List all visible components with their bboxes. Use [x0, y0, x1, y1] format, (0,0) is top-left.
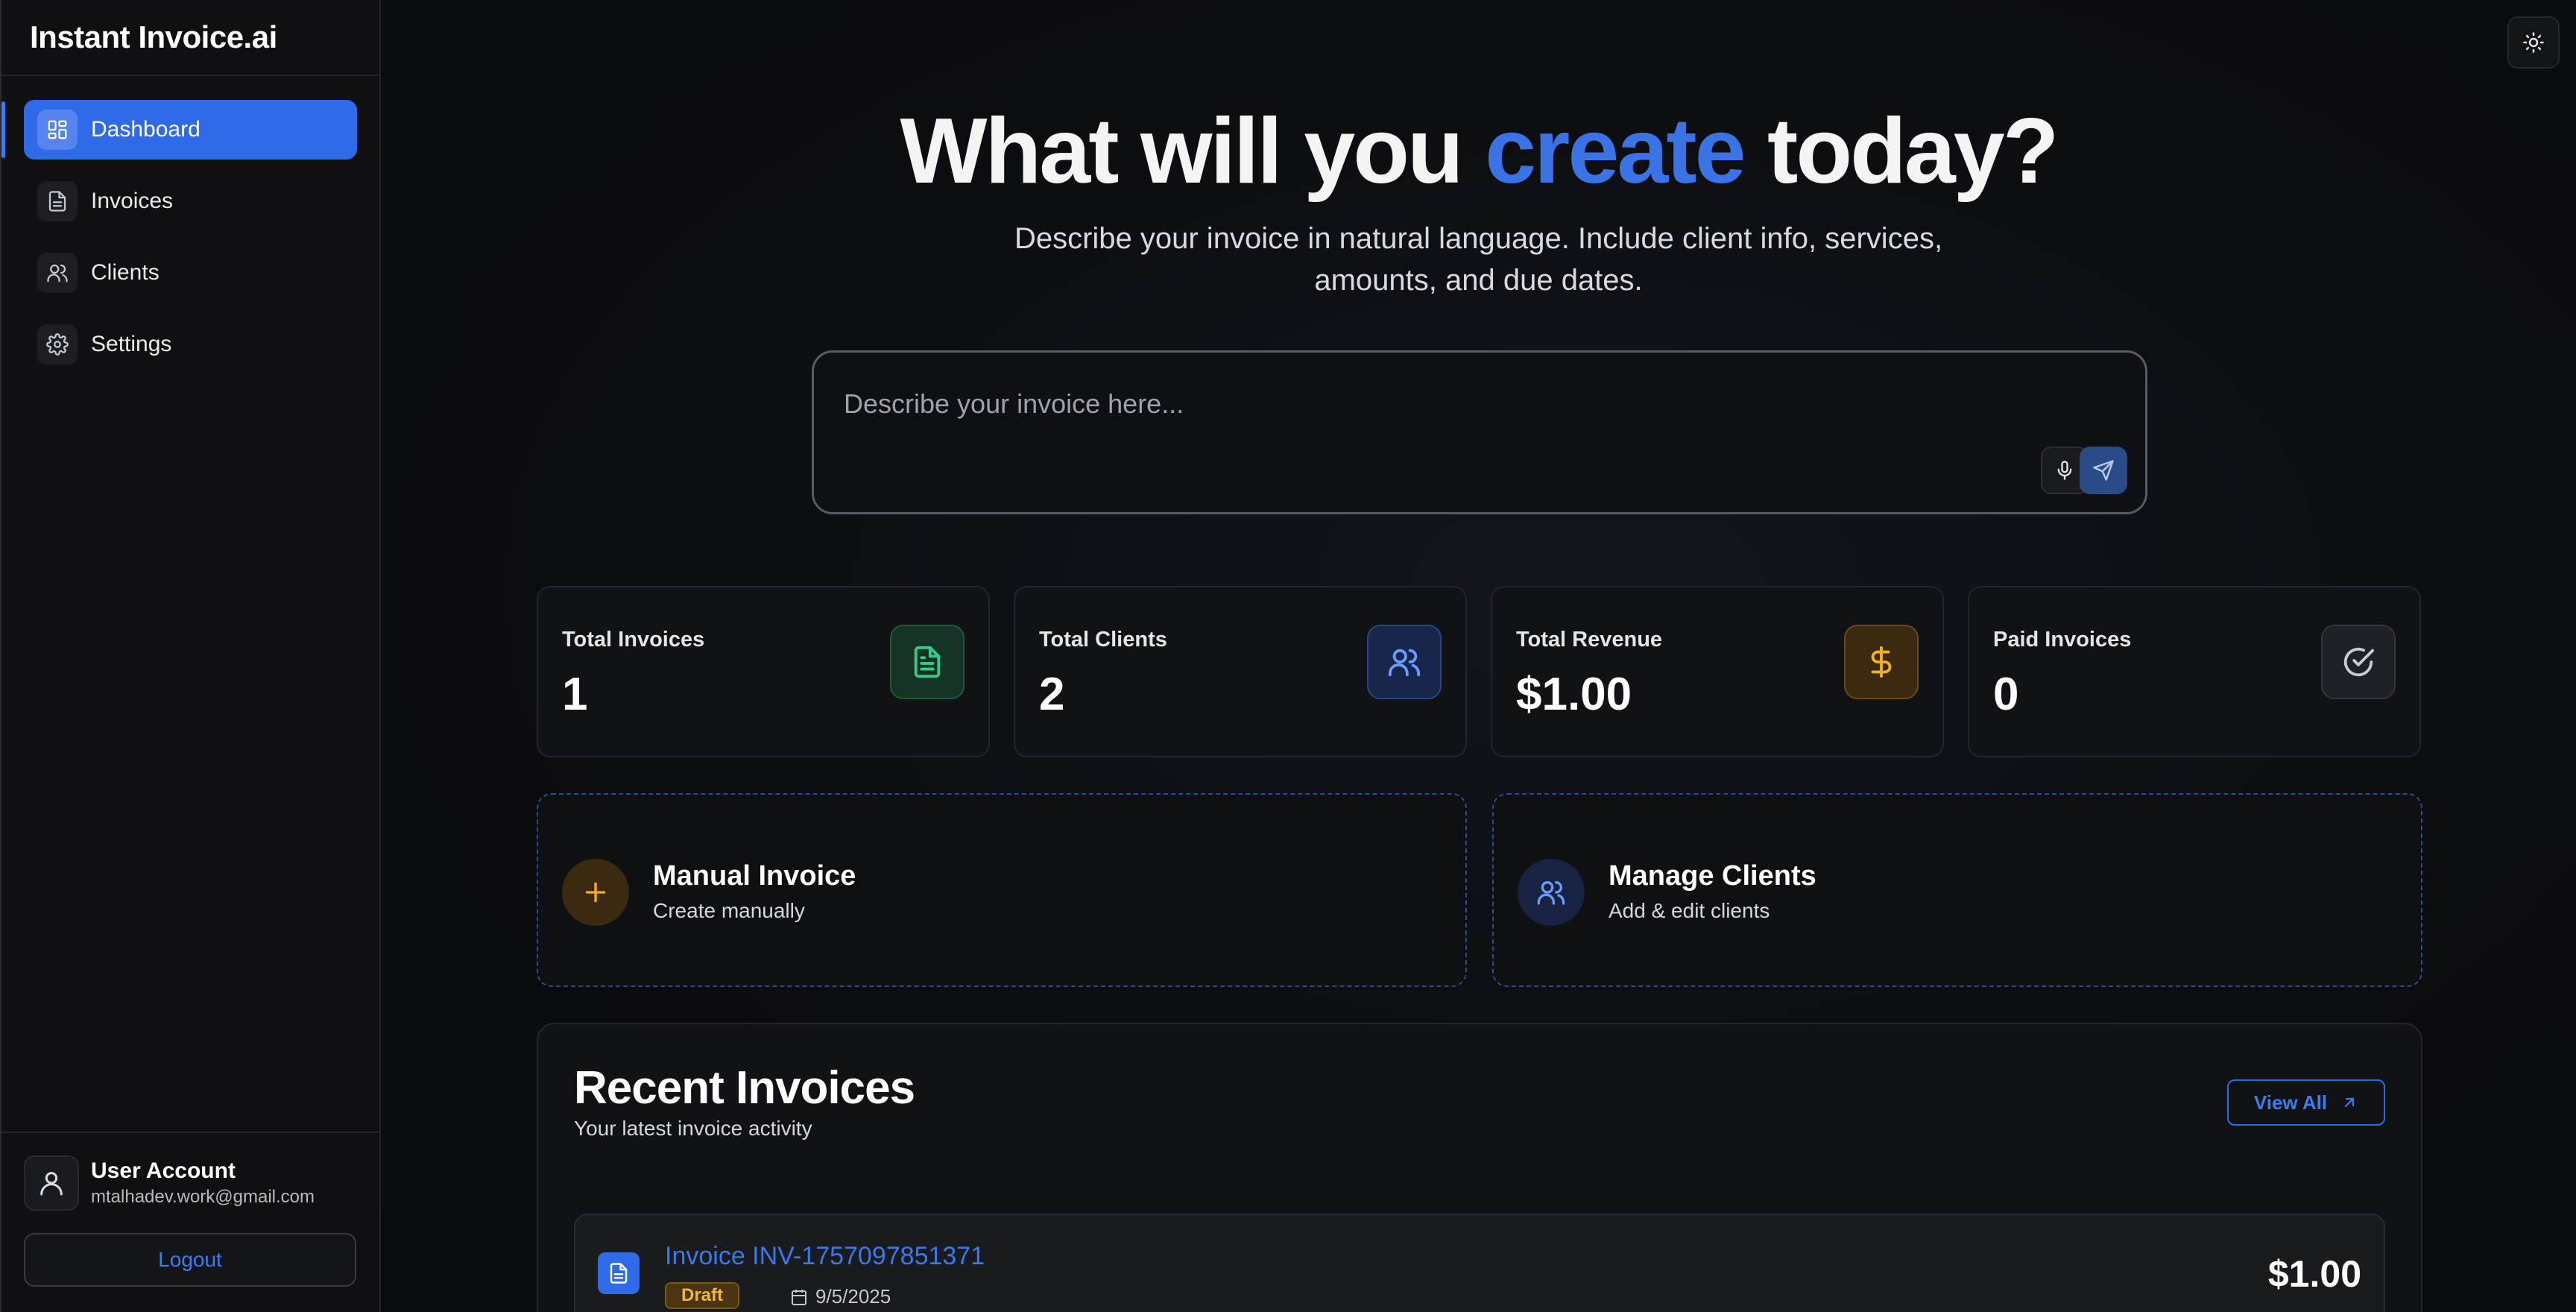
file-icon: [37, 181, 78, 221]
file-text-icon: [890, 625, 965, 699]
stat-value: 2: [1039, 669, 1065, 720]
recent-invoices-panel: Recent Invoices Your latest invoice acti…: [537, 1023, 2422, 1312]
file-text-icon: [598, 1252, 640, 1294]
app-title[interactable]: Instant Invoice.ai: [1, 0, 379, 76]
stat-card-total-clients: Total Clients 2: [1014, 586, 1467, 757]
user-icon: [24, 1155, 79, 1211]
account-name: User Account: [91, 1158, 236, 1183]
action-title: Manual Invoice: [653, 860, 856, 892]
status-badge: Draft: [665, 1282, 740, 1309]
account-email: mtalhadev.work@gmail.com: [91, 1187, 315, 1207]
send-icon: [2093, 460, 2114, 481]
sidebar: Instant Invoice.ai Dashboard Invoices Cl…: [0, 0, 381, 1312]
sidebar-item-label: Clients: [91, 260, 160, 285]
sidebar-item-label: Invoices: [91, 189, 174, 213]
stat-value: $1.00: [1516, 669, 1632, 720]
manage-clients-card[interactable]: Manage Clients Add & edit clients: [1492, 793, 2422, 987]
recent-invoices-subtitle: Your latest invoice activity: [574, 1117, 812, 1140]
users-icon: [1518, 859, 1585, 926]
invoice-date: 9/5/2025: [790, 1285, 891, 1308]
view-all-button[interactable]: View All: [2227, 1079, 2385, 1126]
hero-title-accent: create: [1485, 100, 1746, 203]
main-content: What will you create today? Describe you…: [381, 0, 2576, 1312]
logout-button[interactable]: Logout: [24, 1233, 356, 1287]
hero-title-before: What will you: [900, 100, 1486, 203]
calendar-icon: [792, 1289, 806, 1305]
arrow-up-right-icon: [2345, 1097, 2355, 1108]
users-icon: [37, 253, 78, 293]
action-title: Manage Clients: [1609, 860, 1816, 892]
sidebar-item-settings[interactable]: Settings: [24, 315, 357, 374]
action-subtitle: Create manually: [653, 899, 805, 922]
users-icon: [1367, 625, 1442, 699]
stats-row: Total Invoices 1 Total Clients 2 Total R…: [537, 586, 2422, 757]
stat-label: Paid Invoices: [1993, 628, 2132, 652]
send-button[interactable]: [2080, 447, 2127, 494]
plus-icon: [562, 859, 629, 926]
invoice-amount: $1.00: [2267, 1253, 2361, 1295]
sidebar-item-clients[interactable]: Clients: [24, 243, 357, 303]
invoice-list-item[interactable]: Invoice INV-1757097851371 Draft 9/5/2025…: [574, 1214, 2385, 1312]
dollar-icon: [1844, 625, 1919, 699]
stat-value: 0: [1993, 669, 2019, 720]
user-account[interactable]: User Account mtalhadev.work@gmail.com: [24, 1155, 357, 1211]
theme-toggle-button[interactable]: [2507, 16, 2560, 69]
invoice-prompt-box: [812, 350, 2147, 514]
recent-invoices-title: Recent Invoices: [574, 1062, 915, 1114]
sidebar-item-dashboard[interactable]: Dashboard: [1, 100, 357, 160]
stat-card-paid-invoices: Paid Invoices 0: [1968, 586, 2421, 757]
sidebar-item-invoices[interactable]: Invoices: [24, 171, 357, 231]
view-all-label: View All: [2253, 1091, 2328, 1114]
sidebar-item-label: Dashboard: [91, 117, 201, 142]
sun-icon: [2523, 32, 2544, 53]
hero-title-after: today?: [1743, 100, 2059, 203]
stat-card-total-revenue: Total Revenue $1.00: [1491, 586, 1944, 757]
hero-title: What will you create today?: [381, 98, 2576, 204]
sidebar-nav: Dashboard Invoices Clients Settings: [1, 76, 379, 374]
invoice-title-link[interactable]: Invoice INV-1757097851371: [665, 1242, 985, 1271]
stat-card-total-invoices: Total Invoices 1: [537, 586, 990, 757]
gear-icon: [37, 324, 78, 365]
hero-subtitle: Describe your invoice in natural languag…: [1014, 222, 1943, 297]
stat-label: Total Invoices: [562, 628, 705, 652]
invoice-description-input[interactable]: [844, 388, 1962, 420]
manual-invoice-card[interactable]: Manual Invoice Create manually: [537, 793, 1467, 987]
sidebar-item-label: Settings: [91, 332, 172, 356]
dashboard-icon: [37, 110, 78, 150]
invoice-date-text: 9/5/2025: [815, 1285, 891, 1308]
check-circle-icon: [2321, 625, 2396, 699]
stat-label: Total Revenue: [1516, 628, 1663, 652]
stat-value: 1: [562, 669, 588, 720]
account-panel: User Account mtalhadev.work@gmail.com Lo…: [1, 1132, 379, 1287]
action-subtitle: Add & edit clients: [1609, 899, 1770, 922]
microphone-icon: [2057, 461, 2072, 480]
stat-label: Total Clients: [1039, 628, 1167, 652]
